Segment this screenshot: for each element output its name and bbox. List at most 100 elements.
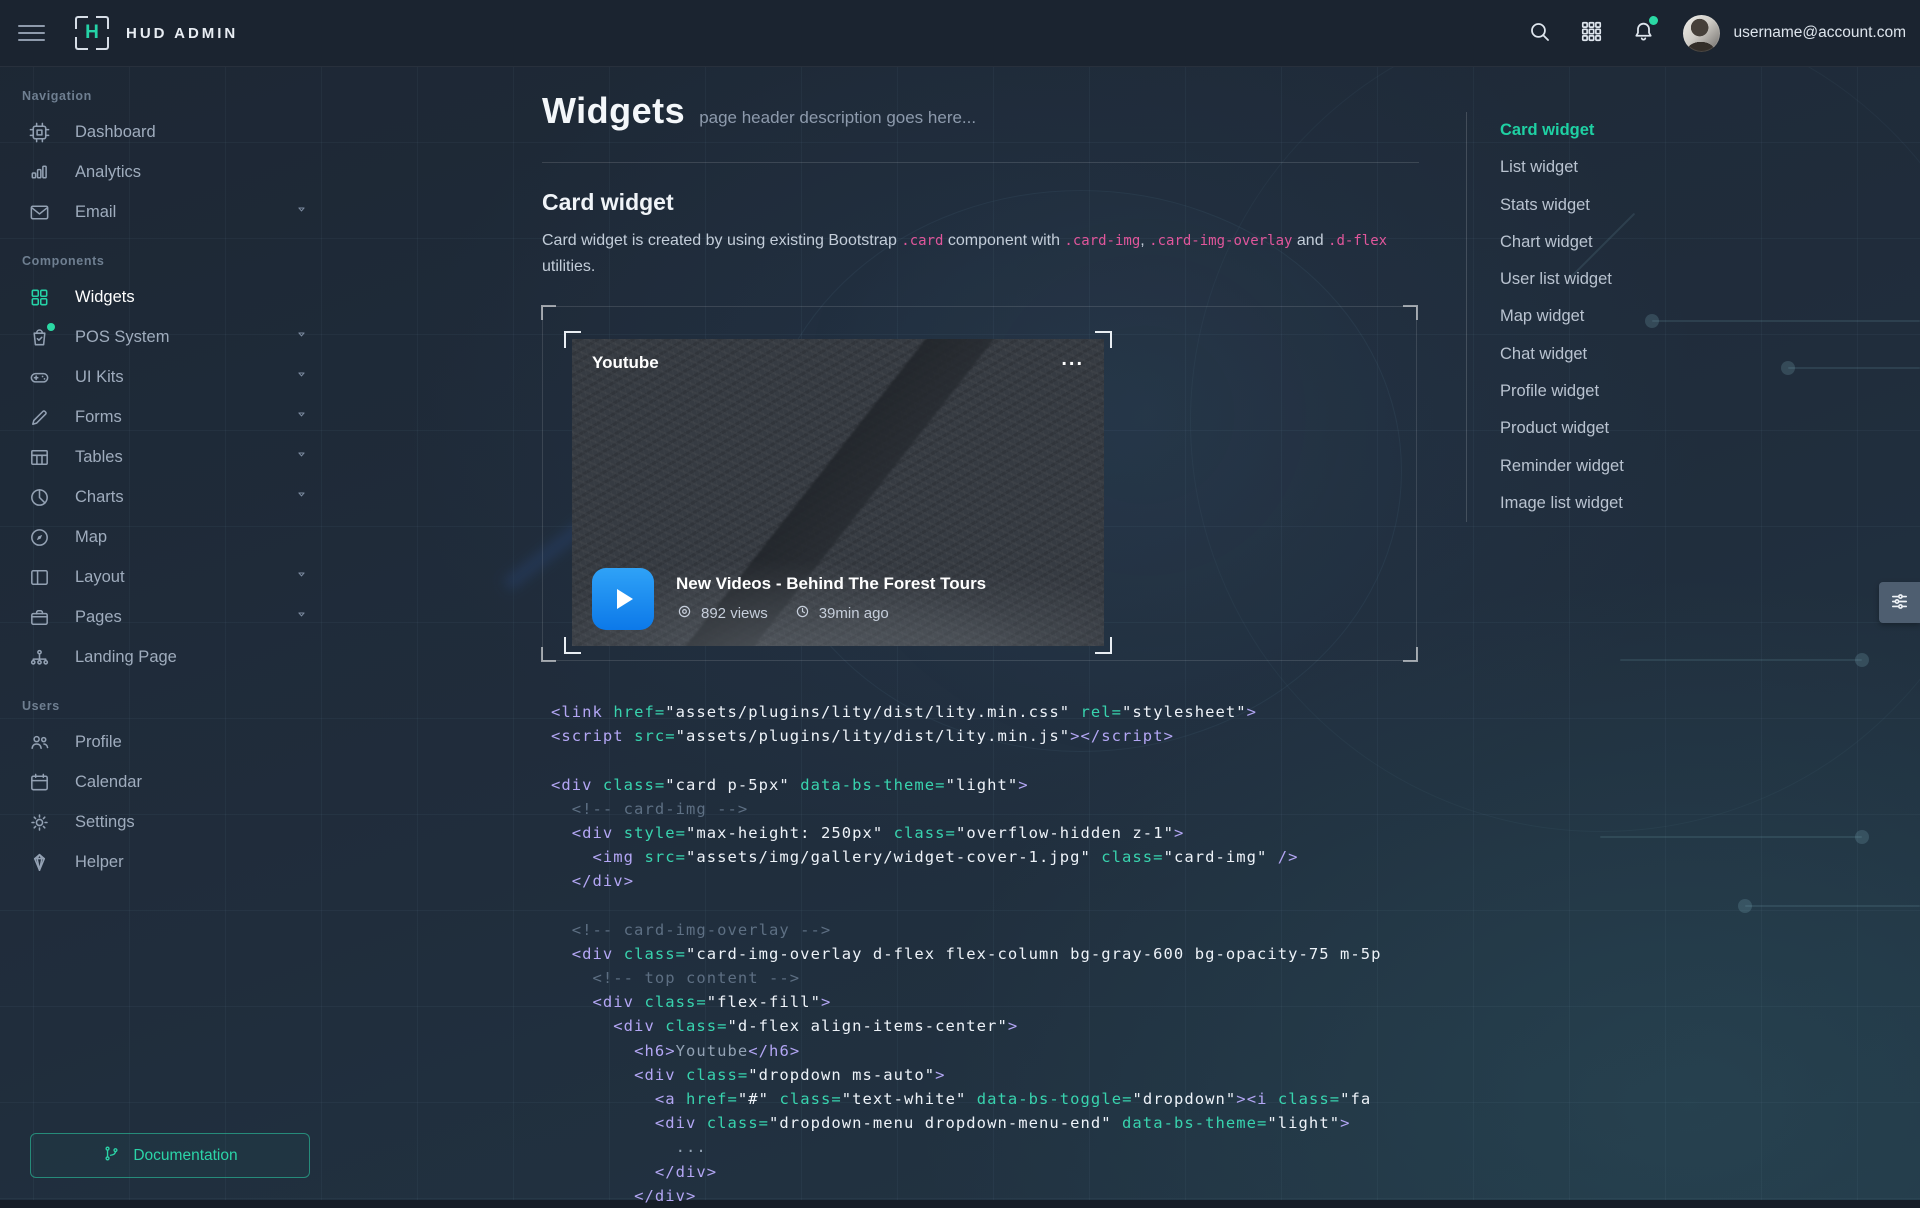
sidebar-item-helper[interactable]: Helper <box>0 842 331 882</box>
toc-link-card-widget[interactable]: Card widget <box>1467 112 1624 149</box>
code-line: <script src="assets/plugins/lity/dist/li… <box>551 724 1418 748</box>
sidebar-item-label: Map <box>75 528 107 547</box>
toc-link-user-list-widget[interactable]: User list widget <box>1467 261 1624 298</box>
sidebar-item-label: Charts <box>75 488 124 507</box>
card-overlay: Youtube ... New Videos - Behind The Fore… <box>572 339 1104 646</box>
toc-link-product-widget[interactable]: Product widget <box>1467 410 1624 447</box>
sidebar-item-widgets[interactable]: Widgets <box>0 277 331 317</box>
search-icon <box>1527 19 1552 47</box>
sitemap-icon <box>28 646 51 669</box>
play-button[interactable] <box>592 568 654 630</box>
sidebar-item-layout[interactable]: Layout <box>0 557 331 597</box>
inline-code: .card <box>901 233 943 249</box>
inline-code: .card-img-overlay <box>1149 233 1292 249</box>
brand-logo[interactable]: H <box>75 16 109 50</box>
hamburger-menu-button[interactable] <box>18 20 45 46</box>
sidebar-item-label: UI Kits <box>75 368 124 387</box>
sidebar: Navigation Dashboard AnalyticsEmail Compone… <box>0 66 331 1200</box>
toc-link-map-widget[interactable]: Map widget <box>1467 298 1624 335</box>
panel-corner <box>1403 305 1418 320</box>
notifications-button[interactable] <box>1617 13 1669 53</box>
apps-button[interactable] <box>1565 13 1617 53</box>
sidebar-item-label: Helper <box>75 853 124 872</box>
code-line: <div class="flex-fill"> <box>551 990 1418 1014</box>
code-line: <img src="assets/img/gallery/widget-cove… <box>551 845 1418 869</box>
card-corner <box>1095 637 1112 654</box>
sidebar-item-dashboard[interactable]: Dashboard <box>0 112 331 152</box>
navbar-actions: username@account.com <box>1513 13 1920 53</box>
sidebar-item-ui-kits[interactable]: UI Kits <box>0 357 331 397</box>
video-meta: New Videos - Behind The Forest Tours 892… <box>676 574 986 624</box>
code-line: </div> <box>551 869 1418 893</box>
briefcase-icon <box>28 606 51 629</box>
widgets-grid-icon <box>28 286 51 309</box>
code-line: </div> <box>551 1184 1418 1208</box>
panel-corner <box>541 305 556 320</box>
chevron-down-icon <box>294 367 309 387</box>
circuit-trace <box>1620 659 1862 661</box>
card-menu-button[interactable]: ... <box>1055 353 1090 365</box>
sidebar-item-pos-system[interactable]: POS System <box>0 317 331 357</box>
chevron-down-icon <box>294 447 309 467</box>
sidebar-item-settings[interactable]: Settings <box>0 802 331 842</box>
sidebar-item-forms[interactable]: Forms <box>0 397 331 437</box>
sidebar-item-map[interactable]: Map <box>0 517 331 557</box>
page-title: Widgets <box>542 90 685 132</box>
chevron-down-icon <box>294 202 309 222</box>
code-line: <div class="d-flex align-items-center"> <box>551 1014 1418 1038</box>
account-menu[interactable]: username@account.com <box>1683 15 1906 52</box>
toc-link-profile-widget[interactable]: Profile widget <box>1467 373 1624 410</box>
toc-link-stats-widget[interactable]: Stats widget <box>1467 187 1624 224</box>
sidebar-item-label: POS System <box>75 328 169 347</box>
chevron-down-icon <box>294 607 309 627</box>
git-branch-icon <box>102 1144 121 1168</box>
clock-icon <box>794 603 811 624</box>
toc-link-list-widget[interactable]: List widget <box>1467 149 1624 186</box>
panel-corner <box>1403 647 1418 662</box>
notification-dot <box>1649 16 1658 25</box>
code-block: <link href="assets/plugins/lity/dist/lit… <box>542 700 1418 1208</box>
card-corner <box>1095 331 1112 348</box>
description-text: utilities. <box>542 258 595 275</box>
status-dot <box>47 323 55 331</box>
sidebar-item-email[interactable]: Email <box>0 192 331 232</box>
sidebar-item-label: Calendar <box>75 773 142 792</box>
sidebar-item-label: Dashboard <box>75 123 156 142</box>
brand-title: HUD ADMIN <box>126 25 238 42</box>
page-subtitle: page header description goes here... <box>699 108 976 128</box>
sidebar-item-pages[interactable]: Pages <box>0 597 331 637</box>
documentation-button[interactable]: Documentation <box>30 1133 310 1178</box>
circuit-trace <box>1652 320 1920 322</box>
code-line <box>551 748 1418 772</box>
circuit-trace <box>1788 367 1920 369</box>
toc-link-image-list-widget[interactable]: Image list widget <box>1467 485 1624 522</box>
sidebar-item-analytics[interactable]: Analytics <box>0 152 331 192</box>
toc-link-chart-widget[interactable]: Chart widget <box>1467 224 1624 261</box>
toc-link-reminder-widget[interactable]: Reminder widget <box>1467 448 1624 485</box>
sidebar-item-tables[interactable]: Tables <box>0 437 331 477</box>
sidebar-section-label: Users <box>22 699 331 713</box>
sidebar-section-label: Components <box>22 254 331 268</box>
sidebar-section-label: Navigation <box>22 89 331 103</box>
sidebar-item-label: Forms <box>75 408 122 427</box>
sidebar-item-calendar[interactable]: Calendar <box>0 762 331 802</box>
video-card: Youtube ... New Videos - Behind The Fore… <box>564 331 1112 654</box>
layout-icon <box>28 566 51 589</box>
sidebar-item-label: Layout <box>75 568 125 587</box>
code-line: <div class="dropdown ms-auto"> <box>551 1063 1418 1087</box>
sidebar-item-label: Pages <box>75 608 122 627</box>
circuit-trace <box>1600 836 1862 838</box>
sidebar-item-charts[interactable]: Charts <box>0 477 331 517</box>
sidebar-item-landing-page[interactable]: Landing Page <box>0 637 331 677</box>
toc-link-chat-widget[interactable]: Chat widget <box>1467 336 1624 373</box>
inline-code: .card-img <box>1064 233 1140 249</box>
sidebar-item-profile[interactable]: Profile <box>0 722 331 762</box>
code-line: <div class="dropdown-menu dropdown-menu-… <box>551 1111 1418 1135</box>
users-icon <box>28 731 51 754</box>
theme-panel-toggle-button[interactable] <box>1879 582 1920 623</box>
search-button[interactable] <box>1513 13 1565 53</box>
main-content: Widgets page header description goes her… <box>542 66 1419 1200</box>
video-posted-time: 39min ago <box>819 605 889 622</box>
card-corner <box>564 637 581 654</box>
chevron-down-icon <box>294 487 309 507</box>
